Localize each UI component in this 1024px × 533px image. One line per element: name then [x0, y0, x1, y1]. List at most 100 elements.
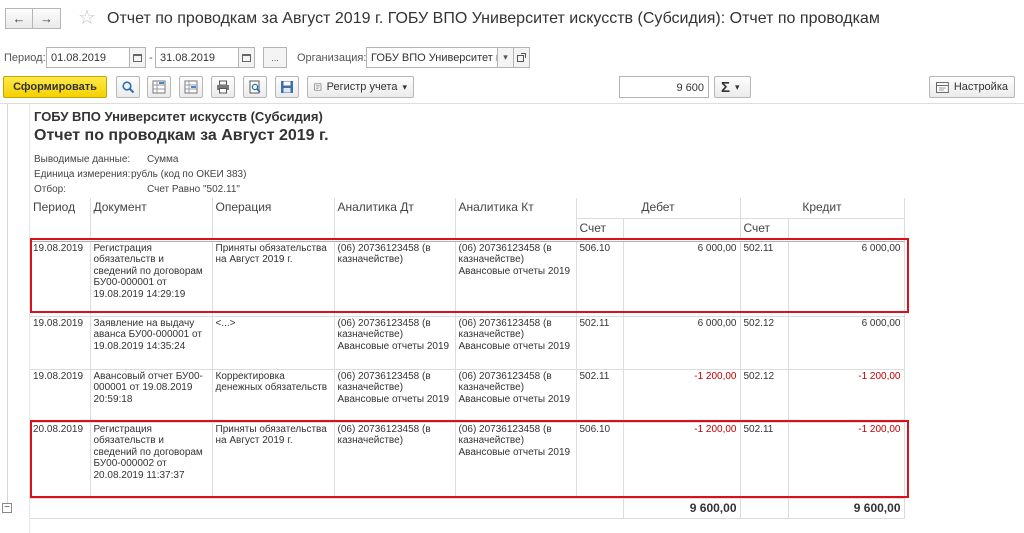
param-unit: Единица измерения: рубль (код по ОКЕИ 38…: [34, 169, 246, 180]
cell-period: 19.08.2019: [30, 369, 91, 423]
arrow-right-icon: →: [40, 11, 53, 26]
register-icon: [314, 83, 322, 91]
settings-label: Настройка: [953, 81, 1008, 93]
param-value: Счет Равно "502.11": [147, 184, 240, 195]
param-label: Единица измерения:: [34, 169, 131, 180]
col-header-dt-account: Счет: [576, 218, 624, 239]
col-header-period: Период: [30, 198, 91, 239]
cell-operation: Корректировка денежных обязательств: [212, 369, 335, 423]
search-icon: [122, 81, 135, 94]
report-area: − ГОБУ ВПО Университет искусств (Субсиди…: [0, 103, 1024, 533]
cell-analytics-kt: (06) 20736123458 (в казначействе) Авансо…: [455, 241, 577, 317]
cell-analytics-dt: (06) 20736123458 (в казначействе): [334, 241, 456, 317]
col-header-credit: Кредит: [740, 198, 905, 219]
organization-field[interactable]: ГОБУ ВПО Университет и: [366, 47, 498, 68]
col-header-analytics-dt: Аналитика Дт: [334, 198, 456, 239]
date-to-field[interactable]: 31.08.2019: [155, 47, 239, 68]
cell-period: 19.08.2019: [30, 316, 91, 370]
collapse-group-icon[interactable]: −: [2, 503, 12, 513]
generate-button[interactable]: Сформировать: [3, 76, 107, 98]
cell-operation: <...>: [212, 316, 335, 370]
calendar-icon: [133, 53, 142, 62]
calendar-icon: [242, 53, 251, 62]
sum-mode-button[interactable]: Σ ▾: [714, 76, 751, 98]
settings-button[interactable]: Настройка: [929, 76, 1015, 98]
table-row[interactable]: 20.08.2019 Регистрация обязательств и св…: [30, 422, 905, 499]
cell-analytics-dt: (06) 20736123458 (в казначействе): [334, 422, 456, 499]
forward-button[interactable]: →: [33, 8, 61, 29]
cell-operation: Приняты обязательства на Август 2019 г.: [212, 241, 335, 317]
print-button[interactable]: [211, 76, 235, 98]
cell-dt-amount: 6 000,00: [623, 241, 741, 317]
cell-analytics-dt: (06) 20736123458 (в казначействе) Авансо…: [334, 316, 456, 370]
param-value: рубль (код по ОКЕИ 383): [131, 169, 247, 180]
period-select-button[interactable]: ...: [263, 47, 287, 68]
cell-analytics-dt: (06) 20736123458 (в казначействе) Авансо…: [334, 369, 456, 423]
param-filter: Отбор: Счет Равно "502.11": [34, 184, 240, 195]
collapse-groups-button[interactable]: [179, 76, 203, 98]
cell-analytics-kt: (06) 20736123458 (в казначействе) Авансо…: [455, 316, 577, 370]
nav-buttons: ← →: [5, 8, 61, 29]
table-row[interactable]: 19.08.2019 Заявление на выдачу аванса БУ…: [30, 316, 905, 370]
cell-dt-account: 506.10: [576, 241, 624, 317]
cell-kt-account: 502.11: [740, 241, 789, 317]
group-gutter-line: [7, 104, 8, 508]
param-value: Сумма: [147, 154, 179, 165]
cell-kt-amount: 6 000,00: [788, 241, 905, 317]
cell-kt-account: 502.12: [740, 369, 789, 423]
favorite-star-icon[interactable]: ☆: [78, 7, 96, 29]
back-button[interactable]: ←: [5, 8, 33, 29]
expand-groups-button[interactable]: [147, 76, 171, 98]
grid-expand-icon: [152, 80, 166, 94]
register-dropdown-button[interactable]: Регистр учета ▾: [307, 76, 414, 98]
col-header-kt-account: Счет: [740, 218, 789, 239]
calendar-to-button[interactable]: [238, 47, 255, 68]
org-dropdown-button[interactable]: ▾: [497, 47, 514, 68]
cell-analytics-kt: (06) 20736123458 (в казначействе) Авансо…: [455, 369, 577, 423]
chevron-down-icon: ▾: [735, 81, 740, 92]
col-header-kt-amount: [788, 218, 905, 239]
cell-document[interactable]: Регистрация обязательств и сведений по д…: [90, 241, 213, 317]
preview-button[interactable]: [243, 76, 267, 98]
date-from-field[interactable]: 01.08.2019: [46, 47, 130, 68]
total-debit: 9 600,00: [623, 498, 741, 519]
period-label: Период:: [4, 52, 46, 64]
param-label: Выводимые данные:: [34, 154, 131, 165]
filter-row: Период: 01.08.2019 - 31.08.2019 ... Орга…: [0, 47, 1024, 69]
sigma-icon: Σ: [721, 78, 731, 96]
sum-field: 9 600: [619, 76, 709, 98]
report-table: Период Документ Операция Аналитика Дт Ан…: [30, 198, 905, 519]
cell-period: 19.08.2019: [30, 241, 91, 317]
cell-operation: Приняты обязательства на Август 2019 г.: [212, 422, 335, 499]
arrow-left-icon: ←: [12, 11, 26, 26]
cell-kt-account: 502.12: [740, 316, 789, 370]
totals-row: 9 600,00 9 600,00: [30, 498, 905, 519]
cell-document[interactable]: Заявление на выдачу аванса БУ00-000001 о…: [90, 316, 213, 370]
cell-period: 20.08.2019: [30, 422, 91, 499]
org-open-button[interactable]: [513, 47, 530, 68]
table-row[interactable]: 19.08.2019 Авансовый отчет БУ00-000001 о…: [30, 369, 905, 423]
grid-collapse-icon: [184, 80, 198, 94]
org-label: Организация:: [297, 52, 367, 64]
cell-document[interactable]: Авансовый отчет БУ00-000001 от 19.08.201…: [90, 369, 213, 423]
cell-dt-amount: -1 200,00: [623, 422, 741, 499]
cell-dt-account: 502.11: [576, 316, 624, 370]
col-header-dt-amount: [623, 218, 741, 239]
settings-icon: [936, 81, 949, 93]
cell-dt-account: 502.11: [576, 369, 624, 423]
report-title: Отчет по проводкам за Август 2019 г.: [34, 127, 329, 144]
cell-dt-amount: 6 000,00: [623, 316, 741, 370]
floppy-disk-icon: [281, 81, 293, 93]
cell-document[interactable]: Регистрация обязательств и сведений по д…: [90, 422, 213, 499]
save-button[interactable]: [275, 76, 299, 98]
find-button[interactable]: [116, 76, 140, 98]
cell-kt-amount: -1 200,00: [788, 369, 905, 423]
table-row[interactable]: 19.08.2019 Регистрация обязательств и св…: [30, 241, 905, 317]
cell-kt-amount: -1 200,00: [788, 422, 905, 499]
col-header-analytics-kt: Аналитика Кт: [455, 198, 577, 239]
calendar-from-button[interactable]: [129, 47, 146, 68]
title-bar: ← → ☆ Отчет по проводкам за Август 2019 …: [0, 0, 1024, 38]
window-title: Отчет по проводкам за Август 2019 г. ГОБ…: [107, 10, 880, 27]
total-credit: 9 600,00: [788, 498, 905, 519]
print-preview-icon: [249, 80, 261, 94]
